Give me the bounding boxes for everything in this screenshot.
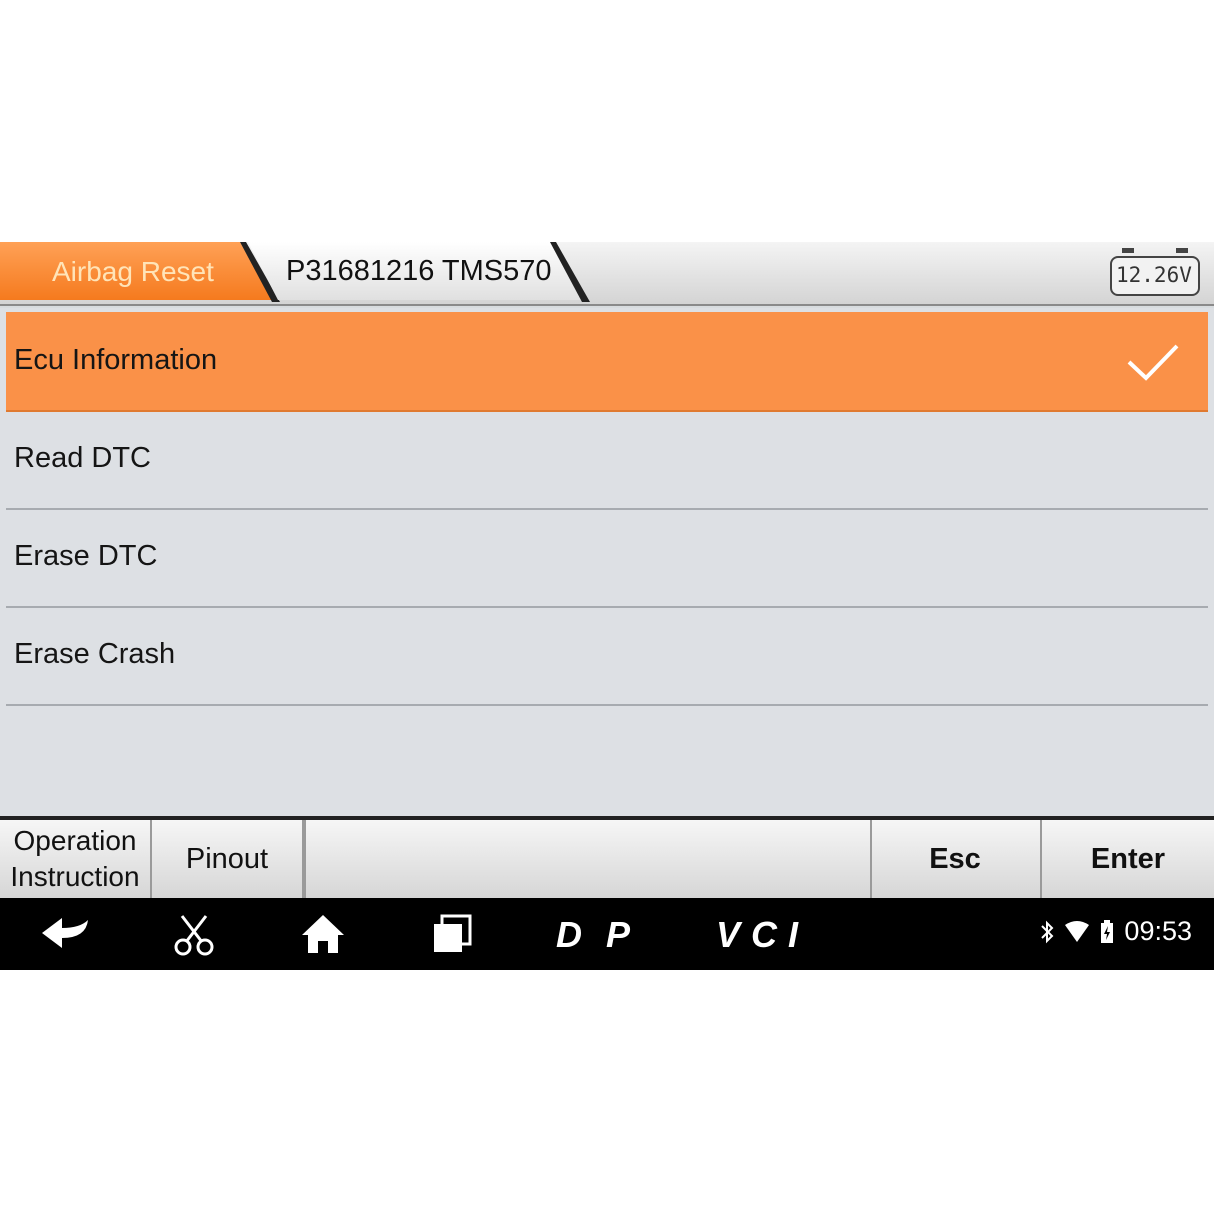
operation-instruction-button[interactable]: Operation Instruction (0, 820, 152, 898)
battery-voltage-indicator: 12.26V (1110, 248, 1200, 296)
esc-button[interactable]: Esc (870, 820, 1042, 898)
status-area: 09:53 (1040, 916, 1192, 947)
clock-text: 09:53 (1124, 916, 1192, 946)
app-screen: Airbag Reset P31681216 TMS570 12.26V Ecu… (0, 242, 1214, 970)
list-item-label: Erase DTC (14, 540, 158, 572)
home-icon[interactable] (298, 912, 348, 956)
button-label: Enter (1090, 842, 1166, 875)
android-navigation-bar: DP VCI 09:53 (0, 898, 1214, 970)
list-item-ecu-information[interactable]: Ecu Information (6, 312, 1208, 412)
recent-apps-icon[interactable] (428, 912, 476, 956)
button-label: Esc (929, 842, 981, 875)
list-item-label: Read DTC (14, 442, 151, 474)
back-icon[interactable] (38, 912, 94, 956)
list-item-label: Ecu Information (14, 344, 218, 376)
breadcrumb-label: P31681216 TMS570 (286, 255, 552, 287)
button-label-line1: Operation (13, 825, 137, 856)
checkmark-icon (1127, 344, 1179, 381)
dp-logo[interactable]: DP (552, 912, 636, 956)
pinout-button[interactable]: Pinout (152, 820, 304, 898)
list-item-label: Erase Crash (14, 638, 176, 670)
vci-logo[interactable]: VCI (712, 912, 804, 956)
scissors-icon[interactable] (170, 912, 218, 956)
empty-toolbar-space (304, 820, 872, 898)
bluetooth-icon (1041, 920, 1054, 943)
breadcrumb: Airbag Reset P31681216 TMS570 12.26V (0, 242, 1214, 306)
battery-icon (1101, 919, 1114, 943)
dp-logo-text: DP (556, 917, 631, 951)
battery-voltage-text: 12.26V (1116, 263, 1192, 287)
enter-button[interactable]: Enter (1042, 820, 1214, 898)
action-toolbar: Operation Instruction Pinout Esc Enter (0, 820, 1214, 898)
list-item-erase-dtc[interactable]: Erase DTC (6, 508, 1208, 608)
wifi-icon (1065, 920, 1090, 942)
breadcrumb-label: Airbag Reset (52, 256, 214, 287)
list-item-erase-crash[interactable]: Erase Crash (6, 606, 1208, 706)
button-label-line2: Instruction (10, 861, 140, 892)
function-menu-list: Ecu Information Read DTC Erase DTC Erase… (0, 308, 1214, 820)
breadcrumb-ecu-model[interactable]: P31681216 TMS570 (248, 242, 584, 300)
list-item-read-dtc[interactable]: Read DTC (6, 410, 1208, 510)
button-label: Pinout (185, 842, 269, 875)
vci-logo-text: VCI (716, 917, 799, 951)
breadcrumb-airbag-reset[interactable]: Airbag Reset (0, 242, 272, 300)
